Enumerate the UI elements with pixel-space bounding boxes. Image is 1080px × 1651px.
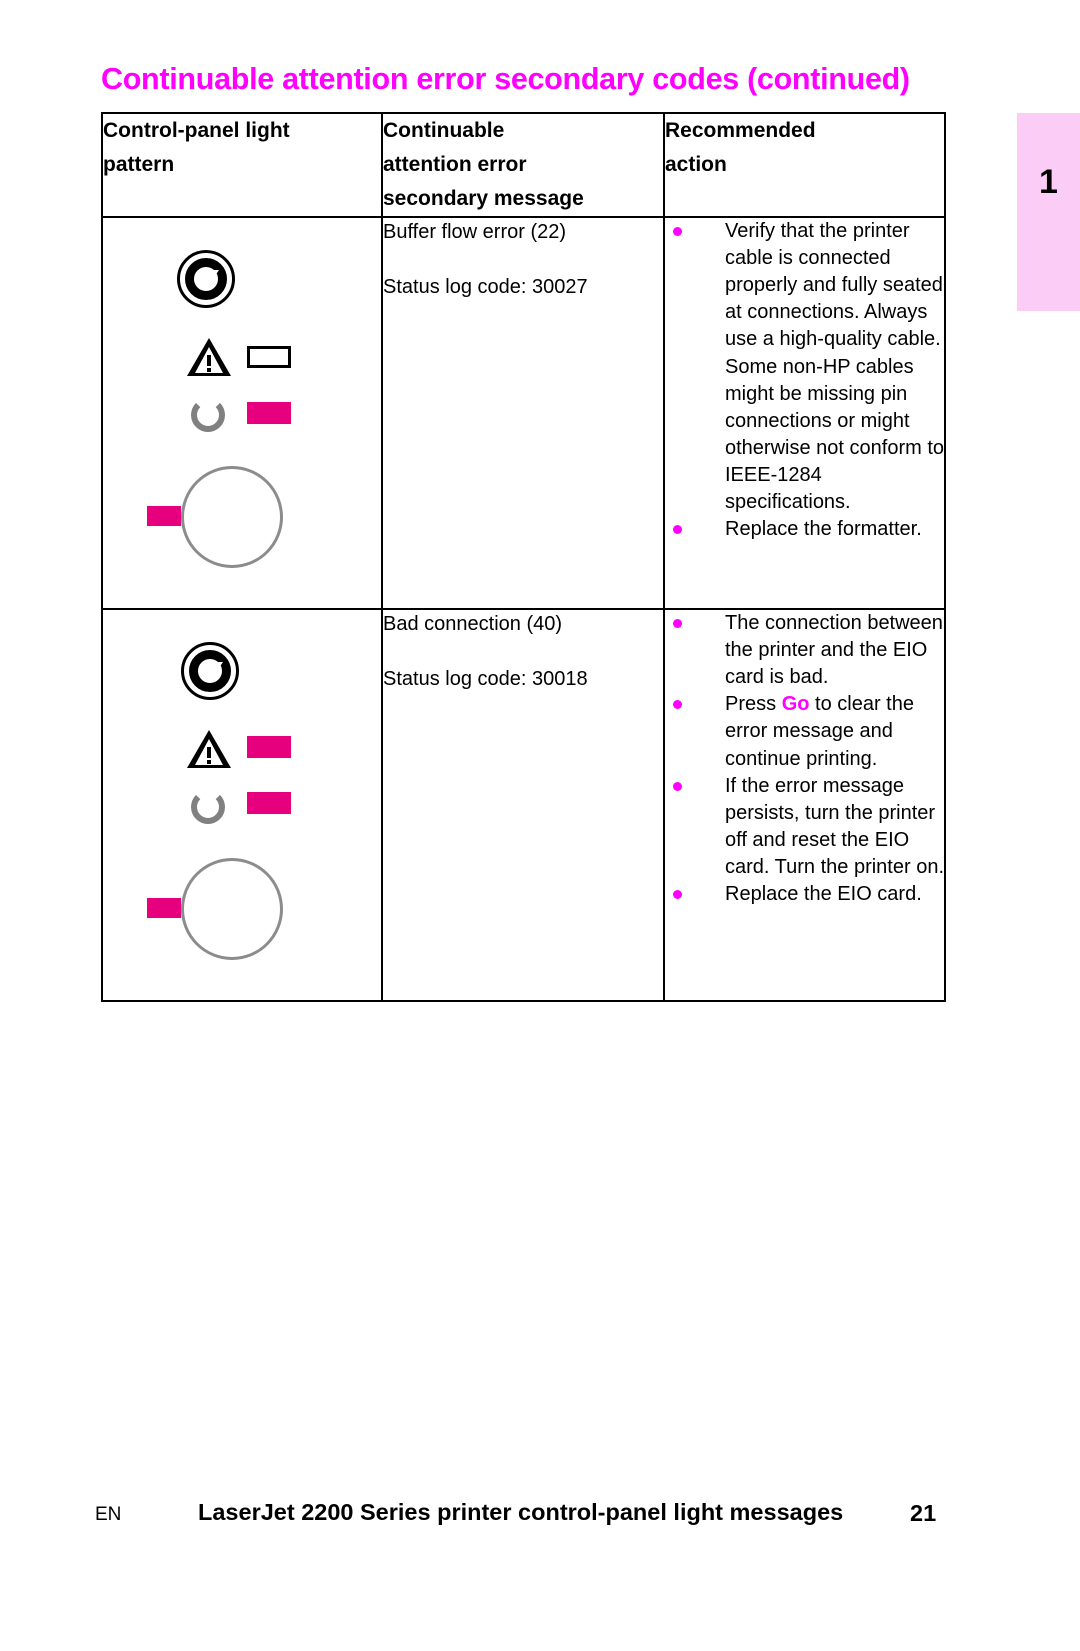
action-text-pre: Press <box>725 693 782 716</box>
footer-page-number: 21 <box>910 1500 937 1526</box>
action-text: Replace the EIO card. <box>725 882 922 905</box>
table-row: Bad connection (40) Status log code: 300… <box>101 608 946 1003</box>
footer-language-code: EN <box>95 1504 122 1525</box>
control-panel-light-pattern-buffer-flow-error <box>103 218 383 608</box>
list-item: If the error message persists, turn the … <box>665 773 944 881</box>
bullet-icon <box>673 525 682 535</box>
go-triangle-icon <box>203 662 223 678</box>
control-panel-light-pattern-cell <box>101 608 383 1003</box>
secondary-message-cell: Buffer flow error (22) Status log code: … <box>381 216 665 611</box>
table-header-row: Control-panel light pattern Continuable … <box>101 111 946 219</box>
recommended-action-list: Verify that the printer cable is connect… <box>665 218 944 543</box>
attention-triangle-icon <box>187 730 231 769</box>
footer-title: LaserJet 2200 Series printer control-pan… <box>198 1499 844 1525</box>
column-header-line: Continuable <box>383 119 505 142</box>
go-button-led-on <box>147 506 181 527</box>
column-header-line: attention error <box>383 153 527 177</box>
column-header-control-panel-light-pattern: Control-panel light pattern <box>101 111 383 219</box>
go-button-led-on <box>147 898 181 919</box>
table-row: Buffer flow error (22) Status log code: … <box>101 216 946 611</box>
attention-led-off <box>247 346 291 369</box>
go-keyword: Go <box>781 693 810 716</box>
bullet-icon <box>673 619 682 629</box>
column-header-recommended-action: Recommended action <box>663 111 946 219</box>
control-panel-light-pattern-bad-connection <box>103 610 383 1000</box>
error-message-text: Bad connection (40) <box>383 613 563 636</box>
error-message-text: Buffer flow error (22) <box>383 221 567 244</box>
page-title: Continuable attention error secondary co… <box>101 62 910 96</box>
page-footer: EN LaserJet 2200 Series printer control-… <box>95 1499 955 1533</box>
attention-led-on <box>247 736 291 759</box>
column-header-line: Control-panel light <box>103 119 290 142</box>
chapter-tab-number: 1 <box>1039 163 1058 201</box>
go-button-circle-icon <box>181 466 283 569</box>
bullet-icon <box>673 781 682 791</box>
bullet-icon <box>673 700 682 710</box>
control-panel-light-pattern-cell <box>101 216 383 611</box>
bullet-icon <box>673 227 682 237</box>
column-header-line: action <box>665 153 727 177</box>
continuable-attention-error-codes-table: Control-panel light pattern Continuable … <box>101 111 946 1003</box>
go-triangle-icon <box>199 270 219 286</box>
recommended-action-cell: Verify that the printer cable is connect… <box>663 216 946 611</box>
ready-circle-icon <box>191 398 225 433</box>
column-header-continuable-attention-error-secondary-message: Continuable attention error secondary me… <box>381 111 665 219</box>
ready-led-on <box>247 402 291 425</box>
action-text: Replace the formatter. <box>725 518 922 541</box>
column-header-line: Recommended <box>665 119 816 142</box>
bullet-icon <box>673 889 682 899</box>
list-item: Replace the formatter. <box>665 516 944 543</box>
list-item: Press Go to clear the error message and … <box>665 691 944 772</box>
ready-circle-icon <box>191 790 225 825</box>
ready-led-on <box>247 792 291 815</box>
go-button-circle-icon <box>181 858 283 961</box>
column-header-line: secondary message <box>383 187 584 211</box>
recommended-action-list: The connection between the printer and t… <box>665 610 944 908</box>
column-header-line: pattern <box>103 153 175 177</box>
status-log-code-text: Status log code: 30027 <box>383 276 588 299</box>
list-item: The connection between the printer and t… <box>665 610 944 691</box>
list-item: Replace the EIO card. <box>665 881 944 908</box>
attention-triangle-icon <box>187 338 231 377</box>
action-text: The connection between the printer and t… <box>725 612 943 689</box>
list-item: Verify that the printer cable is connect… <box>665 218 944 516</box>
recommended-action-cell: The connection between the printer and t… <box>663 608 946 1003</box>
status-log-code-text: Status log code: 30018 <box>383 668 588 691</box>
action-text: If the error message persists, turn the … <box>725 774 945 878</box>
action-text: Verify that the printer cable is connect… <box>725 220 944 513</box>
secondary-message-cell: Bad connection (40) Status log code: 300… <box>381 608 665 1003</box>
chapter-tab: 1 <box>1017 113 1080 311</box>
